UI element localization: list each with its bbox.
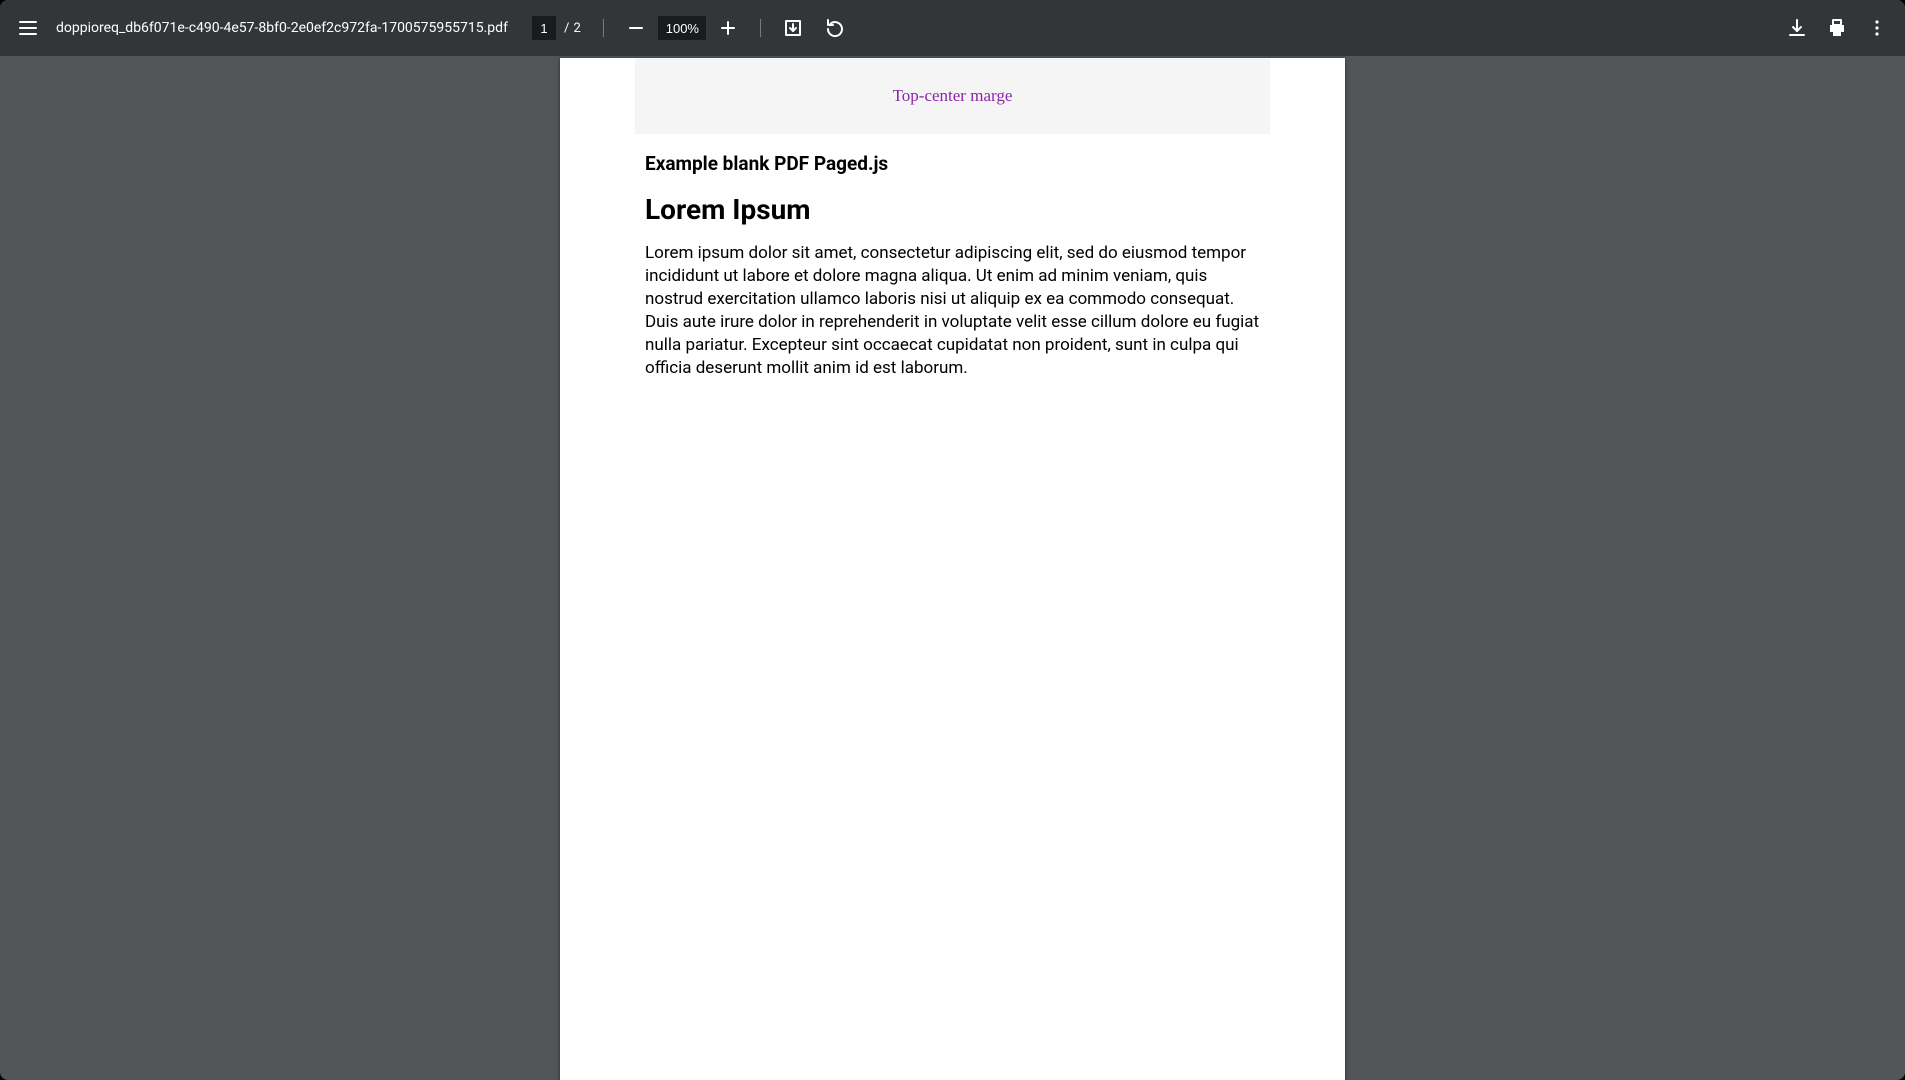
top-center-marge: Top-center marge: [635, 58, 1270, 134]
page-controls: / 2: [532, 8, 855, 48]
page-sep: /: [564, 21, 570, 36]
pdf-viewer: doppioreq_db6f071e-c490-4e57-8bf0-2e0ef2…: [0, 0, 1905, 1080]
divider: [760, 19, 761, 37]
toolbar: doppioreq_db6f071e-c490-4e57-8bf0-2e0ef2…: [0, 0, 1905, 56]
document-area[interactable]: Top-center marge Example blank PDF Paged…: [0, 56, 1905, 1080]
page-total-value: 2: [574, 21, 582, 36]
menu-icon: [16, 16, 40, 40]
zoom-level-input[interactable]: [658, 16, 706, 40]
divider: [603, 19, 604, 37]
rotate-icon: [823, 16, 847, 40]
menu-button[interactable]: [8, 8, 48, 48]
fit-to-page-icon: [781, 16, 805, 40]
doc-body: Lorem ipsum dolor sit amet, consectetur …: [645, 242, 1260, 380]
page-number-input[interactable]: [532, 16, 556, 40]
zoom-out-icon: [624, 16, 648, 40]
download-button[interactable]: [1777, 8, 1817, 48]
download-icon: [1785, 16, 1809, 40]
page-content: Example blank PDF Paged.js Lorem Ipsum L…: [560, 152, 1345, 380]
filename: doppioreq_db6f071e-c490-4e57-8bf0-2e0ef2…: [56, 20, 508, 36]
rotate-button[interactable]: [815, 8, 855, 48]
print-icon: [1825, 16, 1849, 40]
more-icon: [1865, 16, 1889, 40]
page-inner: Top-center marge Example blank PDF Paged…: [560, 58, 1345, 380]
fit-to-page-button[interactable]: [773, 8, 813, 48]
doc-subtitle: Example blank PDF Paged.js: [645, 152, 1260, 175]
zoom-in-button[interactable]: [708, 8, 748, 48]
print-button[interactable]: [1817, 8, 1857, 48]
zoom-in-icon: [716, 16, 740, 40]
doc-title: Lorem Ipsum: [645, 193, 1260, 226]
pdf-page: Top-center marge Example blank PDF Paged…: [560, 58, 1345, 1080]
zoom-out-button[interactable]: [616, 8, 656, 48]
page-total: / 2: [564, 21, 581, 36]
more-button[interactable]: [1857, 8, 1897, 48]
